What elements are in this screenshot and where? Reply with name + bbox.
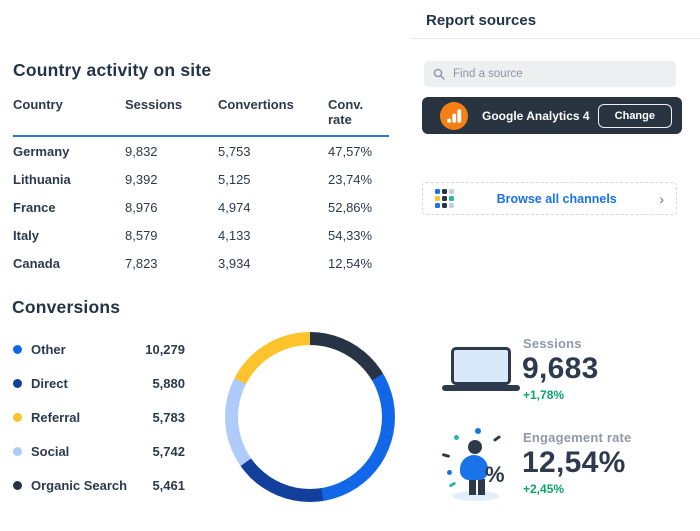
table-row: France 8,976 4,974 52,86%: [13, 193, 389, 221]
col-header-country: Country: [13, 97, 125, 127]
legend-value: 5,783: [152, 410, 185, 425]
legend-dot-icon: [13, 481, 22, 490]
legend-label: Social: [31, 444, 69, 459]
legend-label: Direct: [31, 376, 68, 391]
change-source-button[interactable]: Change: [598, 104, 672, 128]
sessions-stat-delta: +1,78%: [523, 388, 564, 402]
country-activity-title: Country activity on site: [13, 60, 211, 81]
cell-conversions: 4,133: [218, 228, 328, 243]
google-analytics-icon: [440, 102, 468, 130]
sessions-stat-value: 9,683: [522, 352, 599, 386]
col-header-conv-rate: Conv. rate: [328, 97, 389, 127]
cell-sessions: 8,579: [125, 228, 218, 243]
cell-sessions: 9,832: [125, 144, 218, 159]
legend-dot-icon: [13, 413, 22, 422]
legend-item: Organic Search 5,461: [13, 475, 185, 495]
legend-item: Social 5,742: [13, 441, 185, 461]
legend-item: Referral 5,783: [13, 407, 185, 427]
legend-dot-icon: [13, 447, 22, 456]
legend-label: Organic Search: [31, 478, 127, 493]
col-header-sessions: Sessions: [125, 97, 218, 127]
cell-country: Lithuania: [13, 172, 125, 187]
report-sources-title: Report sources: [426, 12, 536, 29]
legend-value: 5,742: [152, 444, 185, 459]
legend-label: Other: [31, 342, 66, 357]
cell-conversions: 4,974: [218, 200, 328, 215]
table-row: Lithuania 9,392 5,125 23,74%: [13, 165, 389, 193]
cell-sessions: 8,976: [125, 200, 218, 215]
google-analytics-source-card: Google Analytics 4 Change: [422, 97, 682, 134]
cell-conversions: 3,934: [218, 256, 328, 271]
browse-all-channels-button[interactable]: Browse all channels ›: [422, 182, 677, 215]
table-row: Canada 7,823 3,934 12,54%: [13, 249, 389, 277]
table-row: Germany 9,832 5,753 47,57%: [13, 137, 389, 165]
channel-dot: [435, 189, 440, 194]
channel-dot: [442, 196, 447, 201]
legend-label: Referral: [31, 410, 80, 425]
cell-conversions: 5,753: [218, 144, 328, 159]
cell-conv-rate: 52,86%: [328, 200, 389, 215]
cell-conv-rate: 47,57%: [328, 144, 389, 159]
table-header-row: Country Sessions Convertions Conv. rate: [13, 97, 389, 137]
cell-sessions: 9,392: [125, 172, 218, 187]
cell-country: Canada: [13, 256, 125, 271]
conversions-donut-chart: [225, 332, 395, 502]
legend-value: 10,279: [145, 342, 185, 357]
country-table-body: Germany 9,832 5,753 47,57% Lithuania 9,3…: [13, 137, 389, 277]
legend-dot-icon: [13, 345, 22, 354]
cell-country: Italy: [13, 228, 125, 243]
search-input[interactable]: [453, 68, 667, 80]
search-icon: [433, 68, 445, 80]
engagement-rate-stat-value: 12,54%: [522, 446, 626, 480]
channel-dot: [435, 203, 440, 208]
channels-grid-icon: [435, 189, 454, 208]
conversions-legend: Other 10,279 Direct 5,880 Referral 5,783…: [13, 339, 185, 495]
report-sources-divider: [410, 38, 700, 39]
cell-country: France: [13, 200, 125, 215]
cell-conv-rate: 12,54%: [328, 256, 389, 271]
engagement-rate-stat-label: Engagement rate: [523, 430, 631, 445]
chevron-right-icon: ›: [659, 192, 664, 206]
col-header-conversions: Convertions: [218, 97, 328, 127]
engagement-person-icon: %: [444, 430, 516, 502]
sessions-stat-label: Sessions: [523, 336, 582, 351]
cell-conv-rate: 54,33%: [328, 228, 389, 243]
channel-dot: [442, 203, 447, 208]
source-name: Google Analytics 4: [482, 109, 590, 123]
legend-item: Other 10,279: [13, 339, 185, 359]
legend-dot-icon: [13, 379, 22, 388]
legend-value: 5,880: [152, 376, 185, 391]
engagement-rate-stat-delta: +2,45%: [523, 482, 564, 496]
channel-dot: [435, 196, 440, 201]
channel-dot: [442, 189, 447, 194]
laptop-icon: [442, 347, 520, 395]
source-search-box[interactable]: [424, 61, 676, 87]
legend-item: Direct 5,880: [13, 373, 185, 393]
country-activity-table: Country Sessions Convertions Conv. rate …: [13, 97, 389, 277]
cell-country: Germany: [13, 144, 125, 159]
legend-value: 5,461: [152, 478, 185, 493]
browse-all-channels-label: Browse all channels: [454, 192, 659, 206]
cell-conv-rate: 23,74%: [328, 172, 389, 187]
cell-sessions: 7,823: [125, 256, 218, 271]
table-row: Italy 8,579 4,133 54,33%: [13, 221, 389, 249]
conversions-title: Conversions: [12, 297, 120, 318]
cell-conversions: 5,125: [218, 172, 328, 187]
